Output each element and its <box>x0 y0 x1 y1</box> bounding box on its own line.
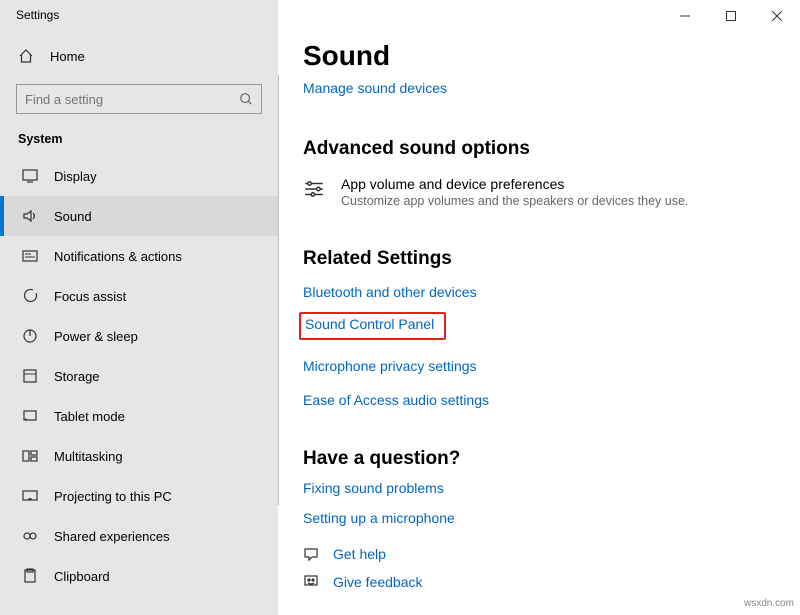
notifications-icon <box>22 248 40 264</box>
shared-experiences-icon <box>22 528 40 544</box>
maximize-button[interactable] <box>708 0 754 32</box>
nav-item-power-sleep[interactable]: Power & sleep <box>0 316 278 356</box>
focus-assist-icon <box>22 288 40 304</box>
sidebar: Settings Home System Display Sound Notific… <box>0 0 278 615</box>
power-sleep-icon <box>22 328 40 344</box>
search-input[interactable] <box>25 92 239 107</box>
clipboard-icon <box>22 568 40 584</box>
bluetooth-link[interactable]: Bluetooth and other devices <box>303 284 800 300</box>
give-feedback-link[interactable]: Give feedback <box>333 574 423 590</box>
nav-item-label: Notifications & actions <box>54 249 182 264</box>
minimize-button[interactable] <box>662 0 708 32</box>
mic-setup-link[interactable]: Setting up a microphone <box>303 510 800 526</box>
nav-home[interactable]: Home <box>0 38 278 74</box>
nav-item-projecting-to-this-pc[interactable]: Projecting to this PC <box>0 476 278 516</box>
nav-item-label: Storage <box>54 369 100 384</box>
nav-item-sound[interactable]: Sound <box>0 196 278 236</box>
feedback-icon <box>303 574 321 590</box>
page-title: Sound <box>303 40 800 72</box>
fixing-sound-link[interactable]: Fixing sound problems <box>303 480 800 496</box>
nav-item-label: Clipboard <box>54 569 110 584</box>
nav-item-label: Display <box>54 169 97 184</box>
get-help-link[interactable]: Get help <box>333 546 386 562</box>
manage-devices-link[interactable]: Manage sound devices <box>303 80 447 96</box>
chat-icon <box>303 546 321 562</box>
nav-item-label: Sound <box>54 209 92 224</box>
nav-item-label: Focus assist <box>54 289 126 304</box>
sound-icon <box>22 208 40 224</box>
projecting-icon <box>22 488 40 504</box>
related-heading: Related Settings <box>303 248 800 270</box>
question-heading: Have a question? <box>303 448 800 470</box>
search-box[interactable] <box>16 84 262 114</box>
section-header: System <box>0 132 278 156</box>
storage-icon <box>22 368 40 384</box>
sound-control-panel-link[interactable]: Sound Control Panel <box>305 316 434 332</box>
nav-item-label: Tablet mode <box>54 409 125 424</box>
app-volume-title: App volume and device preferences <box>341 176 688 192</box>
window-title: Settings <box>0 0 278 28</box>
advanced-heading: Advanced sound options <box>303 138 800 160</box>
nav-item-storage[interactable]: Storage <box>0 356 278 396</box>
app-volume-desc: Customize app volumes and the speakers o… <box>341 194 688 208</box>
nav-item-display[interactable]: Display <box>0 156 278 196</box>
attribution: wsxdn.com <box>744 598 794 609</box>
scrollbar-track[interactable] <box>278 75 279 505</box>
app-volume-item[interactable]: App volume and device preferences Custom… <box>303 176 800 208</box>
search-icon <box>239 92 253 106</box>
ease-access-audio-link[interactable]: Ease of Access audio settings <box>303 392 800 408</box>
nav-item-label: Projecting to this PC <box>54 489 172 504</box>
close-button[interactable] <box>754 0 800 32</box>
nav-home-label: Home <box>50 49 85 64</box>
nav-item-notifications-actions[interactable]: Notifications & actions <box>0 236 278 276</box>
multitasking-icon <box>22 448 40 464</box>
nav-item-clipboard[interactable]: Clipboard <box>0 556 278 596</box>
sliders-icon <box>303 178 329 208</box>
mic-privacy-link[interactable]: Microphone privacy settings <box>303 358 800 374</box>
nav-item-multitasking[interactable]: Multitasking <box>0 436 278 476</box>
highlight-annotation: Sound Control Panel <box>299 312 446 340</box>
home-icon <box>18 48 36 64</box>
nav-item-tablet-mode[interactable]: Tablet mode <box>0 396 278 436</box>
window-controls <box>662 0 800 32</box>
nav-item-label: Shared experiences <box>54 529 170 544</box>
content-pane: Sound Manage sound devices Advanced soun… <box>278 0 800 615</box>
display-icon <box>22 168 40 184</box>
feedback-row[interactable]: Give feedback <box>303 574 800 590</box>
nav-item-focus-assist[interactable]: Focus assist <box>0 276 278 316</box>
get-help-row[interactable]: Get help <box>303 546 800 562</box>
nav-item-label: Power & sleep <box>54 329 138 344</box>
nav-item-shared-experiences[interactable]: Shared experiences <box>0 516 278 556</box>
nav-item-label: Multitasking <box>54 449 123 464</box>
tablet-mode-icon <box>22 408 40 424</box>
